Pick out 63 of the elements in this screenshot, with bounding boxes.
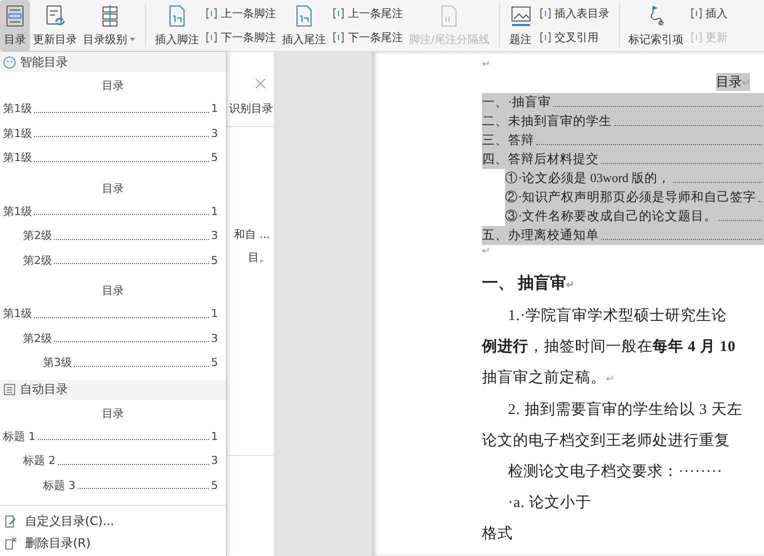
- list-icon: [3, 383, 16, 396]
- toc-preview-entry[interactable]: 标题 3 5: [0, 474, 226, 498]
- toc-preview-entry[interactable]: 标题 2 3: [0, 449, 226, 474]
- bracket-icon: [205, 30, 218, 44]
- toolbar-button[interactable]: 上一条脚注: [202, 5, 279, 22]
- section-heading: 一、 抽盲审↵: [482, 273, 574, 294]
- toc-preview-entry[interactable]: 标题 1 1: [0, 424, 226, 449]
- delete-page-icon: [4, 536, 17, 550]
- paragraph-mark: ↵: [482, 245, 490, 257]
- toc-title: 目录↵: [716, 73, 750, 91]
- toc-preview-entry[interactable]: 第1级 1: [0, 302, 226, 326]
- edit-page-icon: [4, 514, 17, 528]
- toolbar-button[interactable]: 标记索引项: [626, 0, 687, 51]
- toolbar-button[interactable]: 下一条尾注: [329, 28, 406, 46]
- toolbar-button[interactable]: 题注: [506, 0, 536, 51]
- bracket-icon: [205, 7, 218, 20]
- toc-preview-entry[interactable]: 第2级 3: [0, 326, 226, 351]
- toolbar-button[interactable]: 插入脚注: [152, 0, 202, 51]
- toc-preview-entry[interactable]: 第2级 5: [0, 248, 226, 273]
- toc-preview-title[interactable]: 目录: [0, 72, 226, 97]
- toolbar-button[interactable]: 插入尾注: [279, 0, 329, 51]
- paragraph-mark: ↵: [482, 58, 490, 70]
- toolbar-button[interactable]: 更新目录: [30, 0, 80, 51]
- toolbar-button[interactable]: 插入表目录: [536, 5, 613, 22]
- panel-title: 识别目录: [229, 101, 274, 116]
- close-icon[interactable]: [255, 78, 266, 89]
- section-header: 自动目录: [0, 380, 226, 400]
- body-text: ·a. 论文小于: [507, 494, 592, 513]
- toolbar-button[interactable]: 下一条脚注: [202, 28, 279, 46]
- picture-icon: [508, 4, 533, 28]
- toolbar-button[interactable]: 交叉引用: [536, 28, 613, 46]
- toc-preview-title[interactable]: 目录: [0, 277, 226, 302]
- card-text: 和自 ...: [234, 227, 271, 242]
- body-text: 抽盲审之前定稿。↵: [482, 368, 614, 388]
- body-text: 1.·学院盲审学术型硕士研究生论: [507, 306, 728, 326]
- toc-preview-title[interactable]: 目录: [0, 174, 226, 200]
- bracket-icon: [690, 7, 703, 20]
- toc-preview-entry[interactable]: 第1级 1: [0, 97, 226, 122]
- body-text: 例进行，抽签时间一般在每年 4 月 10: [482, 337, 736, 357]
- body-text: 格式: [482, 524, 513, 544]
- body-text: 2. 抽到需要盲审的学生给以 3 天左: [507, 400, 742, 420]
- toolbar-button[interactable]: 目录级别: [80, 0, 139, 51]
- toc-preview-title[interactable]: 目录: [0, 400, 226, 424]
- toc-preview-entry[interactable]: 第3级 5: [0, 351, 226, 376]
- toolbar-button[interactable]: 插入: [686, 5, 731, 22]
- toc-preview-entry[interactable]: 第1级 1: [0, 200, 226, 224]
- menu-item[interactable]: 删除目录(R): [0, 532, 226, 554]
- smiley-circle-icon: [3, 56, 16, 68]
- toc-preview-entry[interactable]: 第2级 3: [0, 224, 226, 248]
- toolbar-button[interactable]: 目录: [0, 0, 30, 51]
- bracket-icon: [332, 7, 345, 20]
- menu-item[interactable]: 自定义目录(C)...: [0, 510, 226, 532]
- bracket-icon: [332, 30, 345, 44]
- body-text: 论文的电子档交到王老师处进行重复: [482, 431, 730, 451]
- section-header: 智能目录: [0, 52, 226, 72]
- bracket-icon: [690, 30, 703, 44]
- toc-preview-entry[interactable]: 第1级 5: [0, 146, 226, 170]
- bracket-icon: [538, 30, 552, 44]
- toc-preview-entry[interactable]: 第1级 3: [0, 122, 226, 146]
- toolbar-button[interactable]: 上一条尾注: [329, 5, 406, 22]
- bracket-icon: [538, 7, 552, 20]
- body-text: 检测论文电子档交要求：········: [507, 462, 722, 482]
- card-text: 目。: [248, 250, 271, 265]
